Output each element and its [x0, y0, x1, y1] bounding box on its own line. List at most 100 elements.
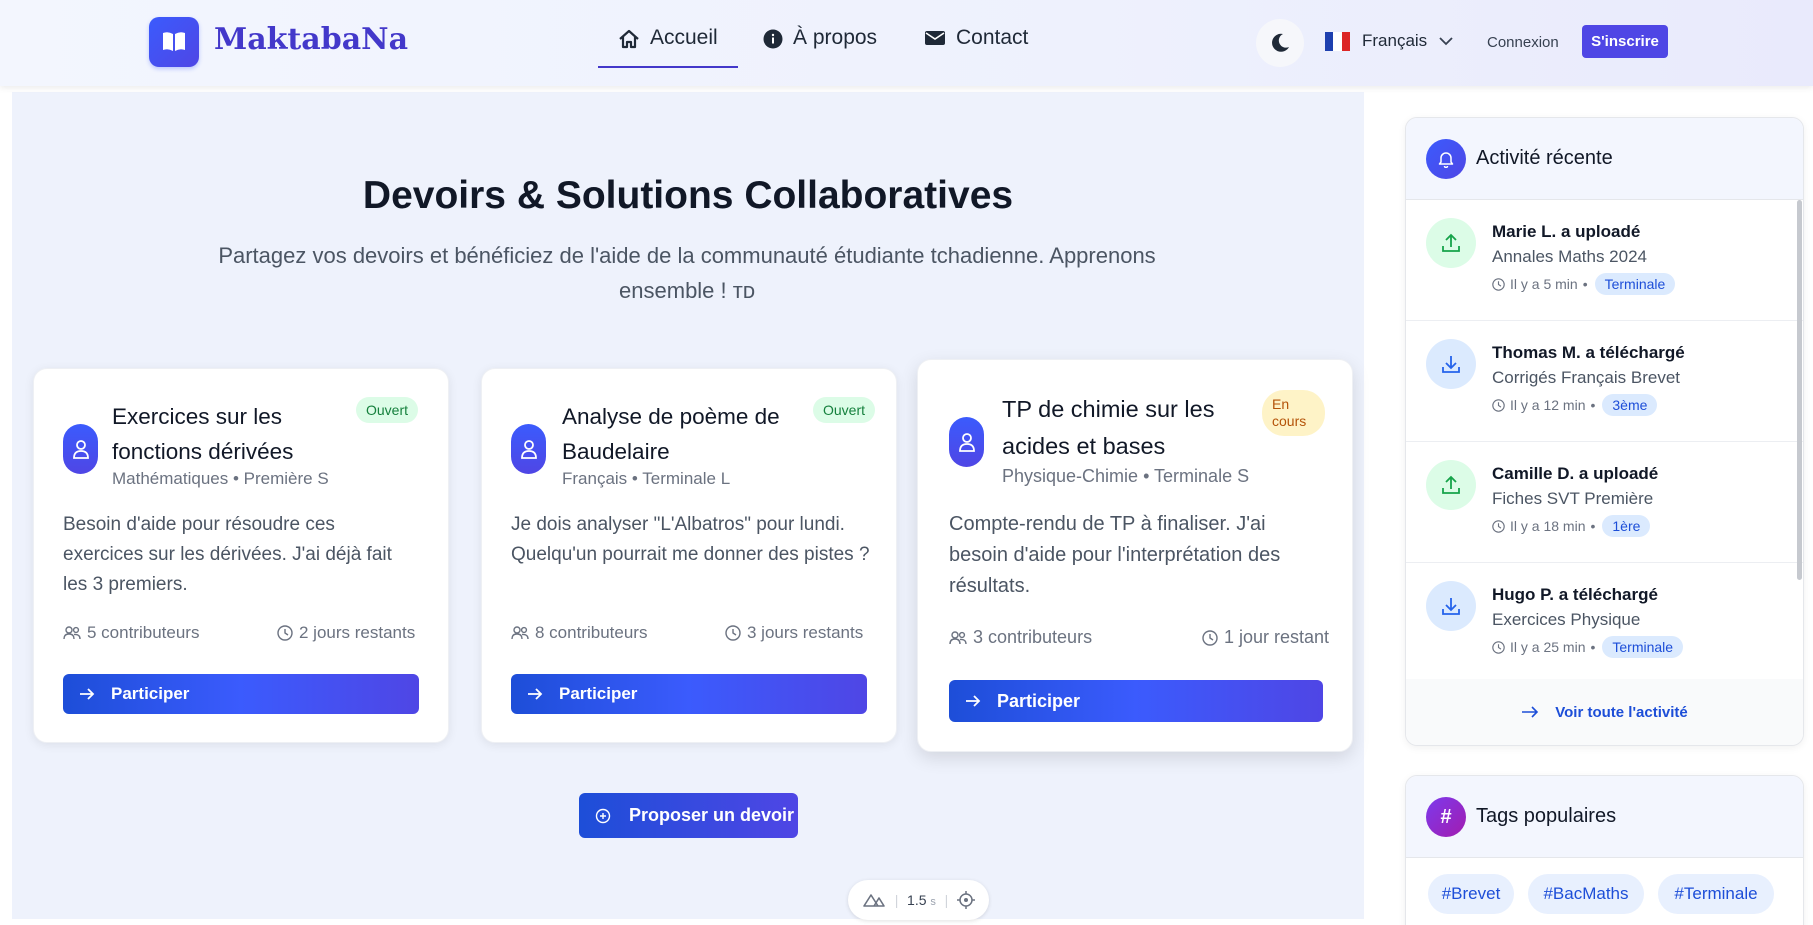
clock-icon: [1492, 277, 1505, 291]
nav-contact-label: Contact: [956, 26, 1029, 49]
assignment-meta: Mathématiques • Première S: [112, 469, 329, 488]
contributors-label: 5 contributeurs: [87, 623, 200, 642]
crosshair-icon[interactable]: [956, 891, 975, 909]
activity-title: Thomas M. a téléchargé: [1492, 343, 1685, 362]
activity-subject: Exercices Physique: [1492, 610, 1641, 629]
level-badge: Terminale: [1602, 636, 1684, 658]
activity-meta: Il y a 25 min • Terminale: [1492, 636, 1684, 658]
contributors-label: 3 contributeurs: [973, 627, 1093, 647]
clock-icon: [725, 625, 741, 641]
assignment-subject: Français: [562, 469, 628, 488]
french-flag-icon: [1325, 31, 1350, 51]
participate-label: Participer: [559, 684, 638, 703]
activity-item[interactable]: Hugo P. a téléchargé Exercices Physique …: [1406, 563, 1803, 684]
see-all-activity-link[interactable]: Voir toute l'activité: [1406, 679, 1803, 745]
time-remaining: 1 jour restant: [1202, 627, 1329, 648]
arrow-right-icon: [80, 688, 95, 700]
clock-icon: [1202, 629, 1218, 646]
nav-about-label: À propos: [793, 26, 878, 49]
assignment-subject: Mathématiques: [112, 469, 229, 488]
dev-toolbar[interactable]: | 1.5 s |: [848, 880, 989, 920]
tag-chip[interactable]: #Brevet: [1428, 874, 1514, 914]
time-remaining: 3 jours restants: [725, 623, 863, 643]
nav-home[interactable]: Accueil: [598, 26, 738, 68]
participate-label: Participer: [997, 690, 1081, 711]
panel-header: Activité récente: [1406, 118, 1803, 200]
see-all-label: Voir toute l'activité: [1555, 703, 1688, 721]
hash-icon: #: [1426, 797, 1466, 837]
remaining-label: 1 jour restant: [1224, 627, 1330, 647]
assignment-title[interactable]: Analyse de poème de Baudelaire: [562, 399, 802, 469]
activity-item[interactable]: Camille D. a uploadé Fiches SVT Première…: [1406, 442, 1803, 563]
upload-icon: [1426, 460, 1476, 510]
user-avatar-icon: [63, 424, 98, 474]
status-badge: Ouvert: [813, 397, 876, 423]
home-icon: [619, 29, 639, 49]
assignment-level: Terminale L: [642, 469, 731, 488]
activity-subject: Fiches SVT Première: [1492, 489, 1654, 508]
remaining-label: 2 jours restants: [299, 623, 416, 642]
assignment-level: Terminale S: [1154, 466, 1250, 486]
load-time: 1.5 s: [907, 892, 936, 908]
signup-button[interactable]: S'inscrire: [1582, 25, 1668, 58]
language-selector[interactable]: Français: [1325, 31, 1453, 51]
activity-time: Il y a 5 min: [1510, 276, 1578, 292]
tag-chip[interactable]: #Terminale: [1658, 874, 1774, 914]
tag-chip[interactable]: #BacMaths: [1528, 874, 1644, 914]
nuxt-logo-icon: [863, 894, 885, 907]
contributors-count: 5 contributeurs: [63, 623, 199, 643]
assignment-meta: Physique-Chimie • Terminale S: [1002, 466, 1250, 486]
logo-icon[interactable]: [149, 17, 199, 67]
logo-text[interactable]: MaktabaNa: [214, 22, 408, 57]
popular-tags-panel: # Tags populaires #Brevet #BacMaths #Ter…: [1405, 775, 1804, 925]
load-time-value: 1.5: [907, 892, 927, 908]
nav-about[interactable]: À propos: [763, 26, 877, 68]
participate-button[interactable]: Participer: [63, 674, 419, 714]
info-icon: [763, 29, 783, 49]
page-subtitle: Partagez vos devoirs et bénéficiez de l'…: [218, 243, 1156, 303]
arrow-right-icon: [1522, 706, 1539, 718]
scrollbar[interactable]: [1797, 200, 1802, 580]
remaining-label: 3 jours restants: [747, 623, 864, 642]
moon-icon: [1272, 33, 1289, 52]
activity-title: Hugo P. a téléchargé: [1492, 585, 1658, 604]
user-avatar-icon: [511, 424, 546, 474]
dark-mode-toggle[interactable]: [1256, 19, 1304, 67]
main-content: Devoirs & Solutions Collaboratives Parta…: [12, 92, 1364, 919]
time-remaining: 2 jours restants: [277, 623, 415, 643]
login-link[interactable]: Connexion: [1487, 34, 1559, 51]
activity-time: Il y a 12 min: [1510, 397, 1586, 413]
level-badge: 1ère: [1602, 515, 1651, 537]
activity-item[interactable]: Thomas M. a téléchargé Corrigés Français…: [1406, 321, 1803, 442]
plus-circle-icon: [595, 808, 611, 823]
status-badge: Ouvert: [356, 397, 419, 423]
propose-assignment-button[interactable]: Proposer un devoir: [579, 793, 798, 838]
clock-icon: [277, 625, 293, 641]
level-badge: 3ème: [1602, 394, 1658, 416]
clock-icon: [1492, 519, 1505, 533]
top-navbar: MaktabaNa Accueil À propos Contact Franç…: [0, 0, 1813, 86]
download-icon: [1426, 581, 1476, 631]
page-title: Devoirs & Solutions Collaboratives: [362, 174, 1014, 217]
activity-subject: Annales Maths 2024: [1492, 247, 1647, 266]
activity-meta: Il y a 5 min • Terminale: [1492, 273, 1676, 295]
assignment-meta: Français • Terminale L: [562, 469, 731, 488]
clock-icon: [1492, 640, 1505, 654]
clock-icon: [1492, 398, 1505, 412]
assignment-title[interactable]: Exercices sur les fonctions dérivées: [112, 399, 342, 469]
panel-title: Activité récente: [1476, 147, 1613, 169]
nav-home-label: Accueil: [650, 26, 718, 49]
assignment-card: Exercices sur les fonctions dérivées Mat…: [33, 368, 449, 743]
upload-icon: [1426, 218, 1476, 268]
assignment-description: Je dois analyser "L'Albatros" pour lundi…: [511, 514, 870, 565]
panel-title: Tags populaires: [1476, 805, 1617, 827]
participate-button[interactable]: Participer: [949, 680, 1323, 722]
assignment-subject: Physique-Chimie: [1002, 466, 1139, 486]
assignment-card: TP de chimie sur les acides et bases Phy…: [917, 359, 1353, 752]
propose-label: Proposer un devoir: [629, 805, 795, 825]
users-icon: [511, 626, 529, 640]
activity-item[interactable]: Marie L. a uploadé Annales Maths 2024 Il…: [1406, 200, 1803, 321]
nav-contact[interactable]: Contact: [924, 26, 1028, 68]
assignment-title[interactable]: TP de chimie sur les acides et bases: [1002, 391, 1227, 465]
participate-button[interactable]: Participer: [511, 674, 867, 714]
